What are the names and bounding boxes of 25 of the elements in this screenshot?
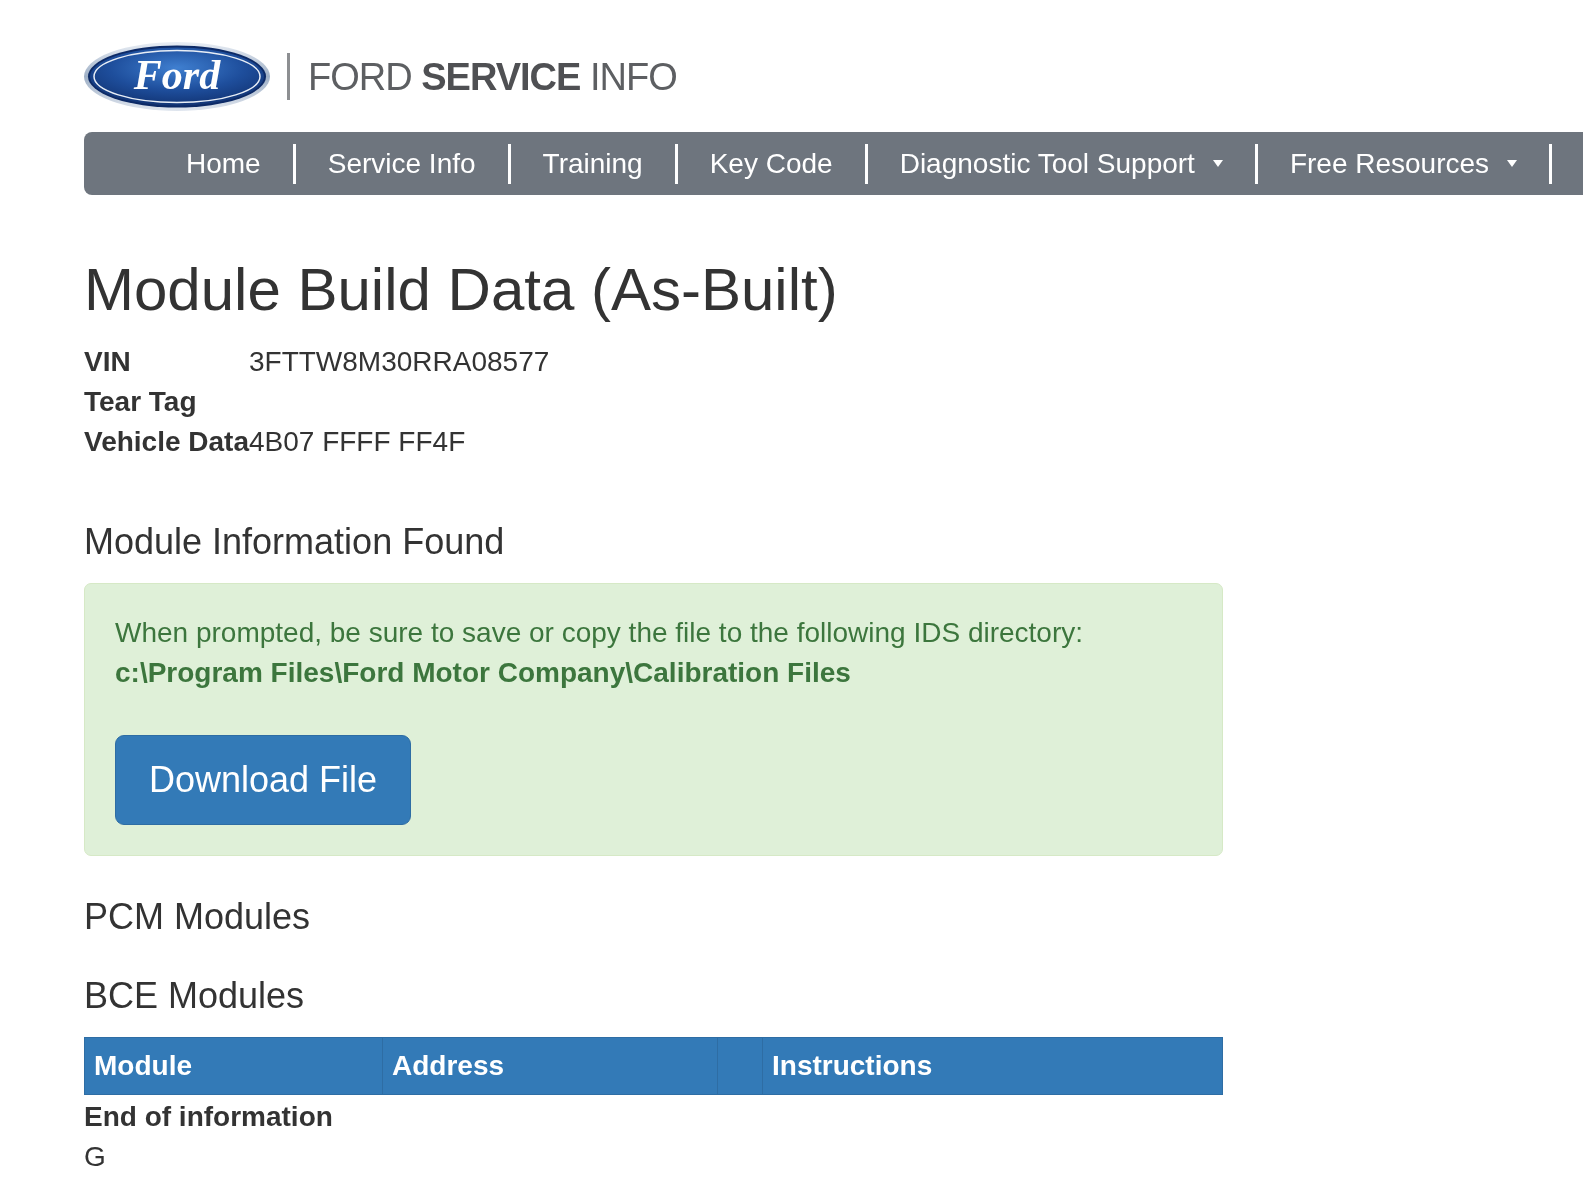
column-header: Instructions [762,1038,1222,1094]
section-heading: Module Information Found [84,523,506,561]
nav-link[interactable]: Home [154,143,293,184]
nav-link[interactable]: Free Resources [1257,143,1550,184]
section-heading: PCM Modules [84,898,312,936]
field-value: 3FTTW8M30RRA08577 [249,345,551,379]
nav-link[interactable]: Diagnostic Tool Support [867,143,1255,184]
field-label: Tear Tag [84,385,198,419]
section-heading: BCE Modules [84,977,306,1015]
end-note: End of information [84,1100,334,1134]
trailing-text: G [84,1140,107,1174]
column-header: Address [382,1038,717,1094]
nav-link[interactable]: Training [510,143,675,184]
page-title: Module Build Data (As-Built) [84,257,839,323]
alert-message: When prompted, be sure to save or copy the file to the following IDS directory: [115,616,1085,650]
field-label: VIN [84,345,132,379]
download-button[interactable]: Download File [115,735,412,825]
oval-logo: Ford [84,42,270,111]
nav-link[interactable]: Key Code [677,143,865,184]
nav-link[interactable]: Service Info [295,143,508,184]
site-title: FORD SERVICE INFO [308,54,677,99]
field-value: 4B07 FFFF FF4F [249,425,467,459]
directory-path: c:\Program Files\Ford Motor Company\Calibration Files [115,656,852,690]
field-label: Vehicle Data [84,425,249,459]
column-header: Module [93,1049,193,1083]
